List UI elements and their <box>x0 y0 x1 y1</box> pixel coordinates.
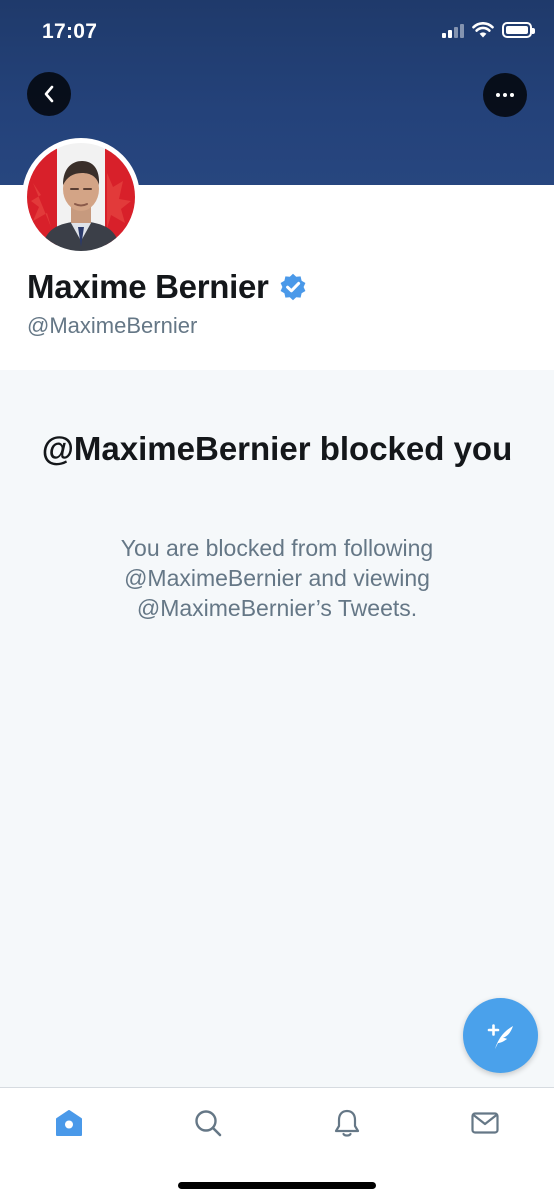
home-icon <box>56 1110 82 1136</box>
profile-handle: @MaximeBernier <box>27 313 198 338</box>
profile-screen: 17:07 Maxime Bernier @MaximeBernier @Max… <box>0 0 554 1200</box>
tab-search[interactable] <box>190 1105 226 1141</box>
blocked-title: @MaximeBernier blocked you <box>41 430 513 467</box>
blocked-description: You are blocked from following @MaximeBe… <box>120 535 434 621</box>
display-name: Maxime Bernier <box>27 268 269 305</box>
verified-badge-icon <box>280 273 305 301</box>
cellular-signal-icon <box>442 22 464 38</box>
battery-icon <box>502 22 535 38</box>
bell-icon <box>334 1109 360 1137</box>
mail-icon <box>471 1112 499 1134</box>
compose-tweet-icon <box>487 1023 513 1049</box>
wifi-icon <box>472 22 494 38</box>
avatar-image <box>27 143 135 251</box>
status-icons <box>442 22 535 38</box>
back-button[interactable] <box>27 72 71 116</box>
tab-messages[interactable] <box>467 1105 503 1141</box>
display-name-row: Maxime Bernier <box>27 268 307 306</box>
more-options-button[interactable] <box>483 73 527 117</box>
search-icon <box>195 1110 222 1137</box>
more-dots-icon <box>496 93 514 97</box>
tab-notifications[interactable] <box>329 1105 365 1141</box>
chevron-left-icon <box>44 85 54 103</box>
tab-home[interactable] <box>51 1105 87 1141</box>
avatar[interactable] <box>22 138 140 256</box>
compose-tweet-button[interactable] <box>463 998 538 1073</box>
status-time: 17:07 <box>42 20 98 43</box>
home-indicator[interactable] <box>178 1182 376 1189</box>
